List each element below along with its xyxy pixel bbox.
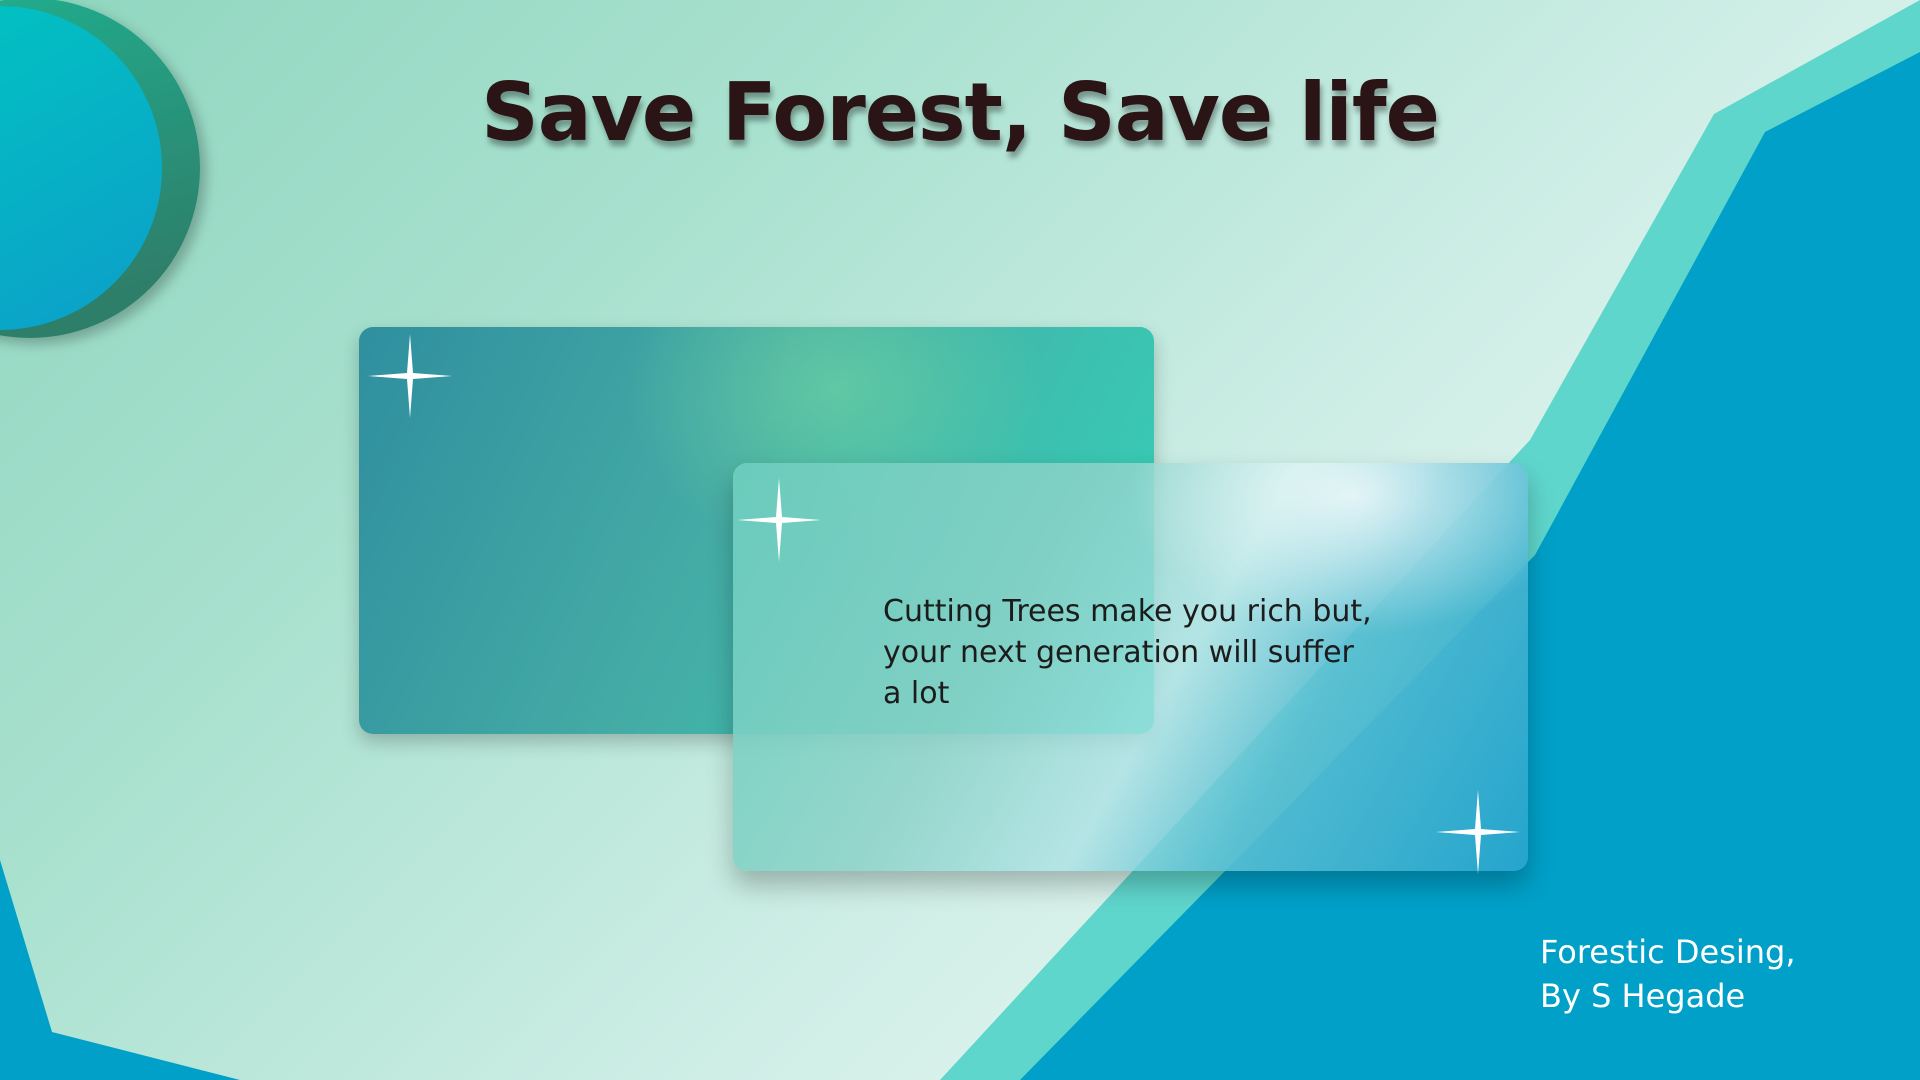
slide-canvas: Save Forest, Save life Cutting Trees mak… (0, 0, 1920, 1080)
card-message: Cutting Trees make you rich but, your ne… (883, 591, 1403, 714)
page-title: Save Forest, Save life (481, 66, 1440, 159)
sparkle-icon (368, 334, 452, 418)
credit-line: By S Hegade (1540, 977, 1746, 1015)
bottom-left-blue-shape (0, 860, 240, 1080)
front-card: Cutting Trees make you rich but, your ne… (733, 463, 1528, 871)
card-message-line: your next generation will suffer (883, 635, 1354, 670)
sparkle-icon (1436, 790, 1520, 874)
credit-line: Forestic Desing, (1540, 933, 1796, 971)
card-message-line: a lot (883, 676, 950, 711)
author-credit: Forestic Desing, By S Hegade (1540, 930, 1900, 1018)
sparkle-icon (737, 478, 821, 562)
card-message-line: Cutting Trees make you rich but, (883, 594, 1372, 629)
